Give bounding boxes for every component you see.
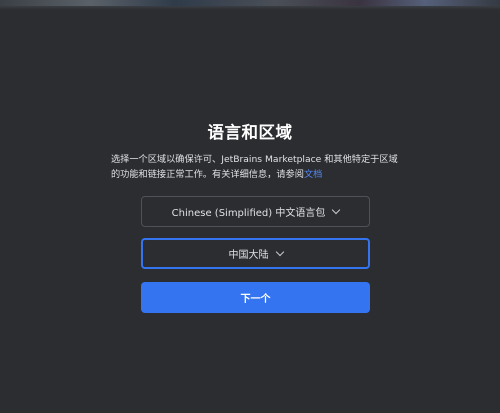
chevron-down-icon xyxy=(275,247,284,256)
next-button[interactable]: 下一个 xyxy=(141,282,370,313)
page-description: 选择一个区域以确保许可、JetBrains Marketplace 和其他特定于… xyxy=(111,152,401,182)
banner-fade xyxy=(0,6,500,10)
description-text: 选择一个区域以确保许可、JetBrains Marketplace 和其他特定于… xyxy=(111,154,398,180)
region-select-value: 中国大陆 xyxy=(228,250,269,261)
documentation-link[interactable]: 文档 xyxy=(304,169,322,180)
language-select-value: Chinese (Simplified) 中文语言包 xyxy=(171,208,326,219)
region-select[interactable]: 中国大陆 xyxy=(141,238,370,269)
page-title: 语言和区域 xyxy=(207,123,293,142)
chevron-down-icon xyxy=(332,205,341,214)
language-select[interactable]: Chinese (Simplified) 中文语言包 xyxy=(141,196,370,227)
